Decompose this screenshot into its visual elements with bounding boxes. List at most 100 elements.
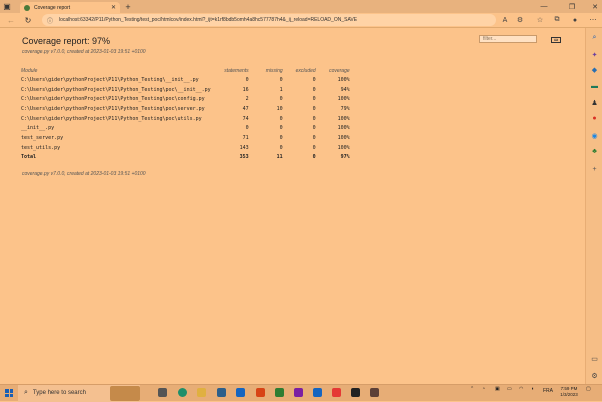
outlook-icon[interactable]: ◉ — [590, 131, 599, 140]
extension-icon[interactable]: ⚙ — [514, 14, 526, 26]
close-window-button[interactable]: ✕ — [585, 0, 602, 13]
column-header-coverage[interactable]: coverage — [316, 66, 350, 75]
minimize-button[interactable]: — — [534, 0, 554, 13]
module-link[interactable]: test_server.py — [21, 133, 211, 143]
profile-avatar-icon[interactable]: ● — [569, 14, 581, 26]
maximize-button[interactable]: ❐ — [562, 0, 582, 13]
coverage-cell: 94% — [340, 86, 350, 93]
excluded-cell: 0 — [312, 86, 316, 93]
table-row: test_server.py 71 0 0 100% — [21, 133, 350, 143]
notification-icon[interactable]: ▢ — [586, 386, 591, 392]
column-header-missing[interactable]: missing — [249, 66, 283, 75]
show-hidden-icons[interactable]: ⌃ — [470, 386, 474, 392]
excel-icon[interactable] — [275, 388, 284, 397]
close-tab-icon[interactable]: ✕ — [111, 4, 116, 11]
notes-app-icon[interactable] — [370, 388, 379, 397]
favorites-icon[interactable]: ☆ — [534, 14, 546, 26]
battery-icon[interactable]: ▭ — [507, 386, 512, 392]
tab-coverage-report[interactable]: Coverage report ✕ — [20, 2, 120, 13]
site-info-icon[interactable]: ⓘ — [47, 16, 53, 25]
address-toolbar: ← ↻ ⓘ localhost:63342/P11/Python_Testing… — [0, 13, 602, 28]
office-app-icon[interactable] — [256, 388, 265, 397]
column-header-excluded[interactable]: excluded — [283, 66, 316, 75]
report-footer: coverage.py v7.0.0, created at 2023-01-0… — [22, 171, 146, 177]
module-link[interactable]: C:\Users\gider\pythonProject\P11\Python_… — [21, 114, 211, 124]
pycharm-icon[interactable] — [351, 388, 360, 397]
back-button[interactable]: ← — [3, 13, 19, 27]
filter-input[interactable]: filter... — [479, 35, 537, 43]
tools-icon[interactable]: ▬ — [590, 82, 599, 91]
language-indicator[interactable]: FRA — [543, 388, 553, 394]
mail-icon[interactable] — [236, 388, 245, 397]
refresh-button[interactable]: ↻ — [20, 13, 36, 27]
favicon-icon — [24, 4, 30, 11]
wifi-icon[interactable]: ◠ — [519, 386, 523, 392]
network-icon[interactable]: ◔ — [482, 386, 485, 392]
table-row: C:\Users\gider\pythonProject\P11\Python_… — [21, 104, 350, 114]
read-aloud-icon[interactable]: A — [499, 14, 511, 26]
coverage-cell: 100% — [337, 134, 350, 141]
column-header-statements[interactable]: statements — [211, 66, 248, 75]
volume-icon[interactable]: ◖ — [531, 386, 534, 392]
search-icon[interactable]: ⌕ — [590, 33, 599, 42]
file-explorer-icon[interactable] — [197, 388, 206, 397]
collections-icon[interactable]: ⧉ — [551, 14, 563, 26]
total-excluded: 0 — [312, 154, 316, 161]
url-text: localhost:63342/P11/Python_Testing/test_… — [59, 17, 358, 23]
onenote-icon[interactable] — [294, 388, 303, 397]
task-view-icon[interactable] — [158, 388, 167, 397]
excluded-cell: 0 — [312, 96, 316, 103]
excluded-cell: 0 — [312, 134, 316, 141]
clock-date: 1/3/2023 — [560, 392, 578, 397]
add-icon[interactable]: + — [590, 165, 599, 174]
missing-cell: 0 — [279, 96, 283, 103]
keyboard-shortcuts-icon[interactable]: ⌨ — [551, 37, 561, 43]
taskbar-clock[interactable]: 7:59 PM 1/3/2023 — [557, 386, 581, 398]
table-row: test_utils.py 143 0 0 100% — [21, 143, 350, 153]
module-link[interactable]: C:\Users\gider\pythonProject\P11\Python_… — [21, 94, 211, 104]
window-menu-icon[interactable]: ▣ — [0, 0, 14, 13]
total-row: Total 353 11 0 97% — [21, 153, 350, 163]
office-icon[interactable]: ● — [590, 114, 599, 123]
brave-icon[interactable] — [332, 388, 341, 397]
table-row: C:\Users\gider\pythonProject\P11\Python_… — [21, 114, 350, 124]
coverage-table: Module statements missing excluded cover… — [21, 66, 350, 162]
search-highlight-image — [110, 385, 140, 401]
excluded-cell: 0 — [312, 125, 316, 132]
missing-cell: 1 — [279, 86, 283, 93]
display-icon[interactable]: ▣ — [495, 386, 500, 392]
module-link[interactable]: __init__.py — [21, 123, 211, 133]
more-options-icon[interactable]: ⋯ — [587, 14, 599, 26]
games-icon[interactable]: ♟ — [590, 98, 599, 107]
sparkle-icon[interactable]: ✦ — [590, 50, 599, 59]
statements-cell: 47 — [242, 105, 249, 112]
missing-cell: 0 — [279, 76, 283, 83]
module-link[interactable]: test_utils.py — [21, 143, 211, 153]
missing-cell: 10 — [276, 105, 283, 112]
module-link[interactable]: C:\Users\gider\pythonProject\P11\Python_… — [21, 104, 211, 114]
store-icon[interactable] — [217, 388, 226, 397]
excluded-cell: 0 — [312, 115, 316, 122]
sidebar-toggle-icon[interactable]: ▭ — [590, 354, 599, 363]
statements-cell: 0 — [245, 125, 249, 132]
excluded-cell: 0 — [312, 76, 316, 83]
statements-cell: 16 — [242, 86, 249, 93]
word-icon[interactable] — [313, 388, 322, 397]
browser-tab-bar: ▣ Coverage report ✕ + — [0, 0, 602, 13]
start-button[interactable] — [0, 385, 18, 402]
statements-cell: 74 — [242, 115, 249, 122]
taskbar-search-box[interactable]: ⌕ Type here to search — [18, 384, 140, 402]
edge-icon[interactable] — [178, 388, 187, 397]
module-link[interactable]: C:\Users\gider\pythonProject\P11\Python_… — [21, 75, 211, 85]
column-header-module[interactable]: Module — [21, 66, 211, 75]
module-link[interactable]: C:\Users\gider\pythonProject\P11\Python_… — [21, 85, 211, 95]
table-row: C:\Users\gider\pythonProject\P11\Python_… — [21, 94, 350, 104]
search-placeholder: Type here to search — [32, 390, 86, 396]
excluded-cell: 0 — [312, 105, 316, 112]
shopping-icon[interactable]: ◆ — [590, 65, 599, 74]
tree-icon[interactable]: ♣ — [590, 147, 599, 156]
new-tab-button[interactable]: + — [122, 1, 134, 12]
statements-cell: 0 — [245, 76, 249, 83]
address-bar[interactable]: ⓘ localhost:63342/P11/Python_Testing/tes… — [42, 14, 496, 26]
settings-gear-icon[interactable]: ⚙ — [590, 371, 599, 380]
